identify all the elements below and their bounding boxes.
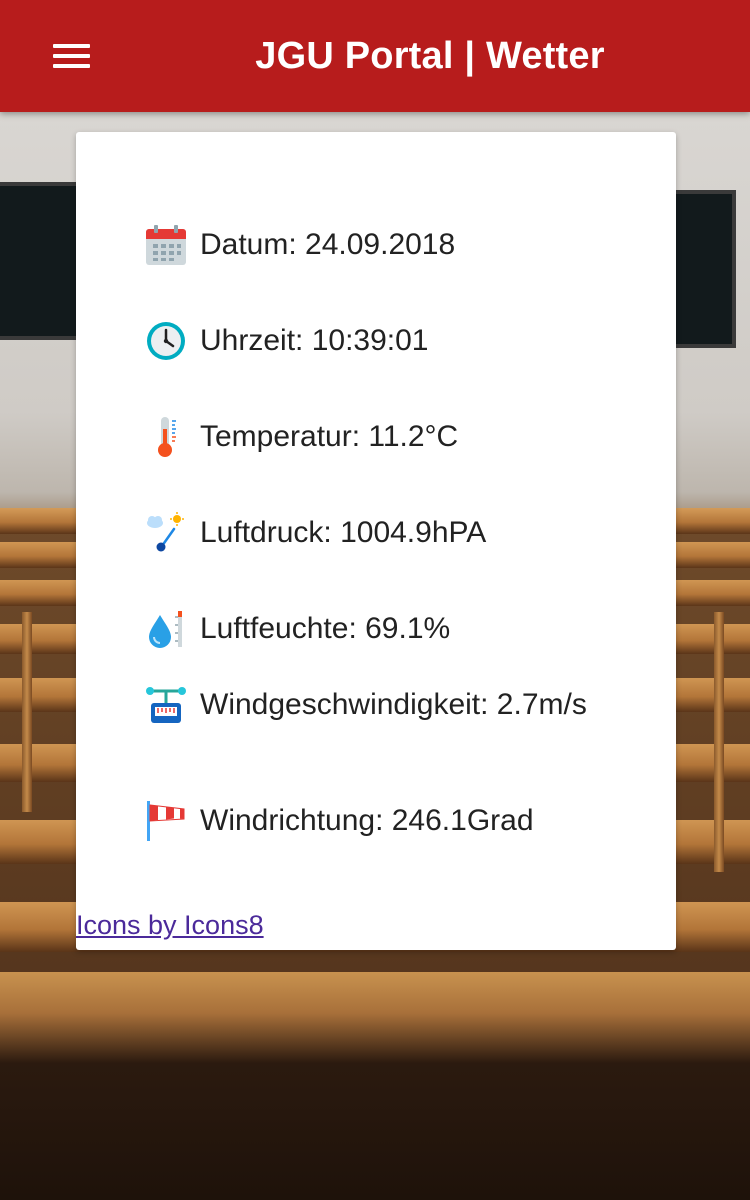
weather-row-pressure: Luftdruck: 1004.9hPA <box>144 511 644 555</box>
pressure-text: Luftdruck: 1004.9hPA <box>200 516 487 549</box>
windsock-icon <box>147 801 185 841</box>
thermometer-icon <box>158 417 176 457</box>
clock-icon <box>147 322 185 360</box>
weather-row-temperature: Temperatur: 11.2°C <box>144 415 644 459</box>
hamburger-icon <box>53 44 90 48</box>
weather-row-humidity: Luftfeuchte: 69.1% <box>144 607 644 651</box>
weather-row-wind-speed: Windgeschwindigkeit: 2.7m/s <box>144 683 644 727</box>
page-title: JGU Portal | Wetter <box>255 35 605 77</box>
temperature-text: Temperatur: 11.2°C <box>200 420 459 453</box>
time-text: Uhrzeit: 10:39:01 <box>200 324 429 357</box>
calendar-icon <box>146 225 186 265</box>
icons8-credit-link[interactable]: Icons by Icons8 <box>76 910 264 941</box>
hamburger-icon-line <box>53 54 90 58</box>
wind-speed-text: Windgeschwindigkeit: 2.7m/s <box>200 688 587 721</box>
barometer-icon <box>147 512 184 552</box>
humidity-icon <box>149 611 182 648</box>
anemometer-icon <box>146 687 186 723</box>
hamburger-icon-line <box>53 64 90 68</box>
app-bar: JGU Portal | Wetter <box>0 0 750 112</box>
date-text: Datum: 24.09.2018 <box>200 228 456 261</box>
weather-row-wind-direction: Windrichtung: 246.1Grad <box>144 799 644 843</box>
wind-direction-text: Windrichtung: 246.1Grad <box>200 804 534 837</box>
weather-row-time: Uhrzeit: 10:39:01 <box>144 319 644 363</box>
weather-card: Datum: 24.09.2018 Uhrzeit: 10:39:01 Temp… <box>76 132 676 950</box>
humidity-text: Luftfeuchte: 69.1% <box>200 612 451 645</box>
menu-button[interactable] <box>44 32 100 80</box>
weather-row-date: Datum: 24.09.2018 <box>144 223 644 267</box>
